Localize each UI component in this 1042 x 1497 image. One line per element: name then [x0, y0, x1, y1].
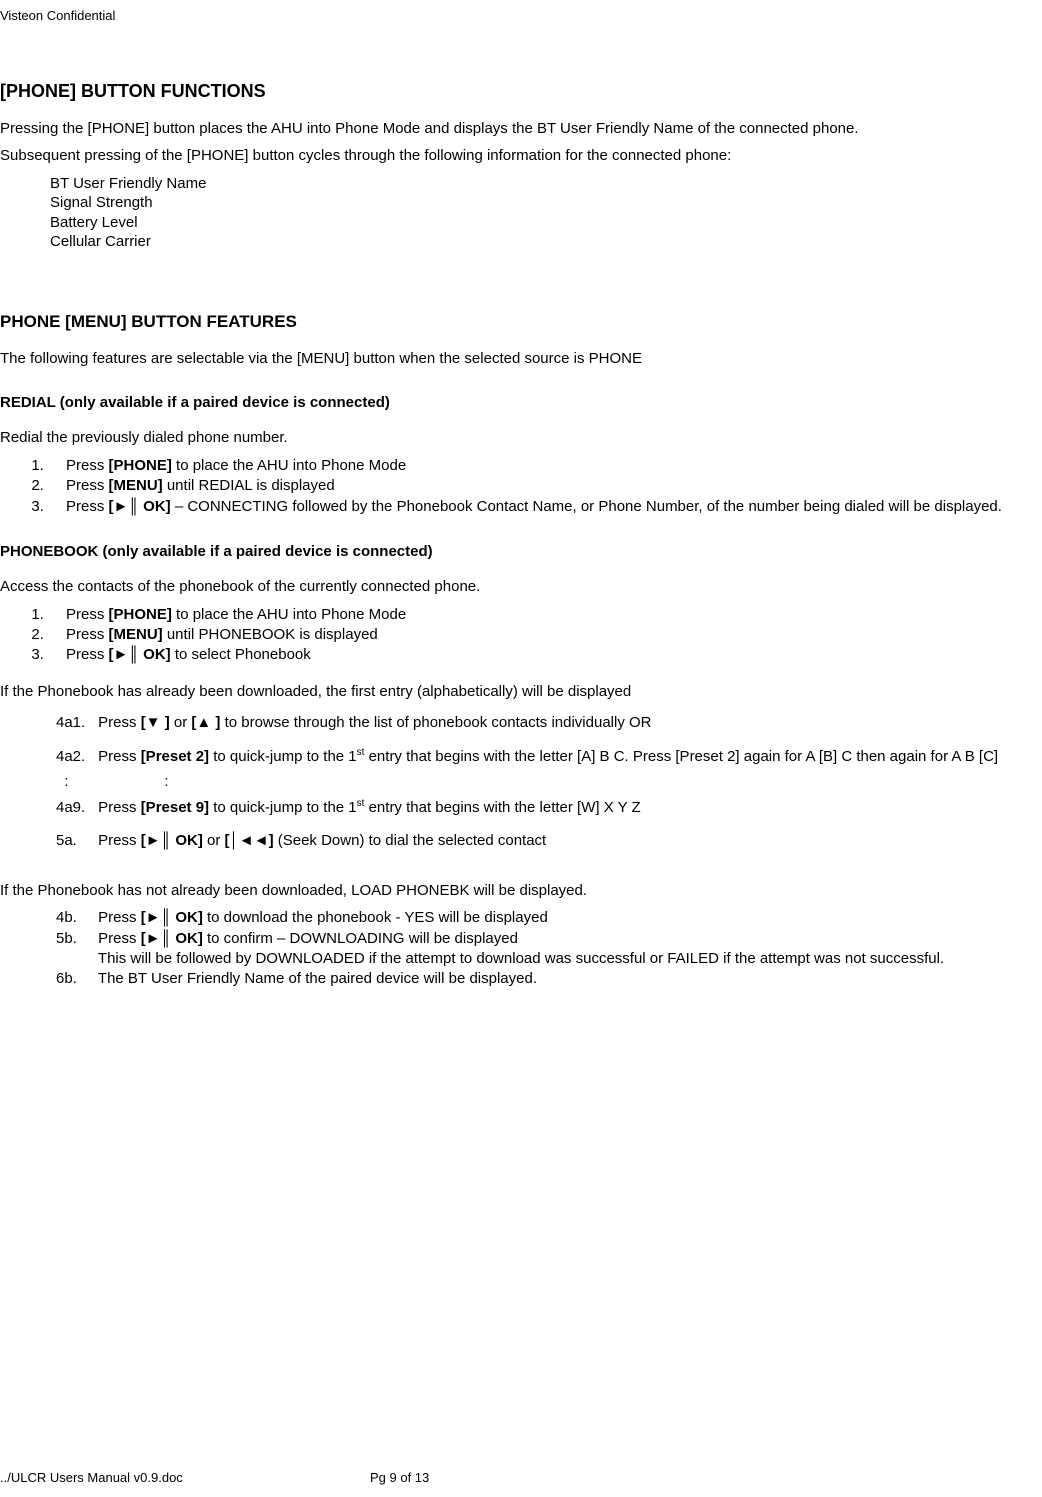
section-phone-button-title: [PHONE] BUTTON FUNCTIONS: [0, 81, 1042, 102]
list-item: 5a. Press [►║ OK] or [│◄◄] (Seek Down) t…: [56, 828, 1042, 854]
list-item: Press [►║ OK] – CONNECTING followed by t…: [48, 497, 1042, 517]
phone-button-p1: Pressing the [PHONE] button places the A…: [0, 120, 1042, 139]
list-item: 4a2. Press [Preset 2] to quick-jump to t…: [56, 744, 1042, 770]
list-item: 5b. Press [►║ OK] to confirm – DOWNLOADI…: [56, 929, 1042, 949]
list-item-note: This will be followed by DOWNLOADED if t…: [56, 949, 1042, 969]
header-confidential: Visteon Confidential: [0, 8, 1042, 51]
list-item: Press [MENU] until PHONEBOOK is displaye…: [48, 625, 1042, 645]
section-phone-menu-title: PHONE [MENU] BUTTON FEATURES: [0, 312, 1042, 332]
list-item: 4b. Press [►║ OK] to download the phoneb…: [56, 908, 1042, 928]
list-item: Cellular Carrier: [50, 232, 1042, 252]
list-item: Battery Level: [50, 213, 1042, 233]
phonebook-not-downloaded-note: If the Phonebook has not already been do…: [0, 882, 1042, 901]
document-page: Visteon Confidential [PHONE] BUTTON FUNC…: [0, 0, 1042, 1497]
phone-menu-intro: The following features are selectable vi…: [0, 350, 1042, 369]
footer-page-number: Pg 9 of 13: [370, 1470, 670, 1485]
phonebook-intro: Access the contacts of the phonebook of …: [0, 578, 1042, 597]
footer-path: ../ULCR Users Manual v0.9.doc: [0, 1470, 370, 1485]
list-item: Press [PHONE] to place the AHU into Phon…: [48, 605, 1042, 625]
list-item: Press [MENU] until REDIAL is displayed: [48, 476, 1042, 496]
phonebook-downloaded-note: If the Phonebook has already been downlo…: [0, 683, 1042, 702]
phone-cycle-list: BT User Friendly Name Signal Strength Ba…: [50, 174, 1042, 252]
redial-steps: Press [PHONE] to place the AHU into Phon…: [28, 456, 1042, 517]
phonebook-sub-steps-b: 4b. Press [►║ OK] to download the phoneb…: [56, 908, 1042, 989]
ellipsis-row: : :: [56, 769, 1042, 795]
page-footer: ../ULCR Users Manual v0.9.doc Pg 9 of 13: [0, 1470, 1042, 1485]
list-item: 6b. The BT User Friendly Name of the pai…: [56, 969, 1042, 989]
list-item: BT User Friendly Name: [50, 174, 1042, 194]
list-item: Signal Strength: [50, 193, 1042, 213]
list-item: Press [PHONE] to place the AHU into Phon…: [48, 456, 1042, 476]
phonebook-title: PHONEBOOK (only available if a paired de…: [0, 543, 1042, 560]
phonebook-steps: Press [PHONE] to place the AHU into Phon…: [28, 605, 1042, 666]
list-item: 4a9. Press [Preset 9] to quick-jump to t…: [56, 795, 1042, 821]
phonebook-sub-steps-a: 4a1. Press [▼ ] or [▲ ] to browse throug…: [56, 710, 1042, 854]
redial-title: REDIAL (only available if a paired devic…: [0, 394, 1042, 411]
list-item: 4a1. Press [▼ ] or [▲ ] to browse throug…: [56, 710, 1042, 736]
phone-button-p2: Subsequent pressing of the [PHONE] butto…: [0, 147, 1042, 166]
redial-intro: Redial the previously dialed phone numbe…: [0, 429, 1042, 448]
list-item: Press [►║ OK] to select Phonebook: [48, 645, 1042, 665]
